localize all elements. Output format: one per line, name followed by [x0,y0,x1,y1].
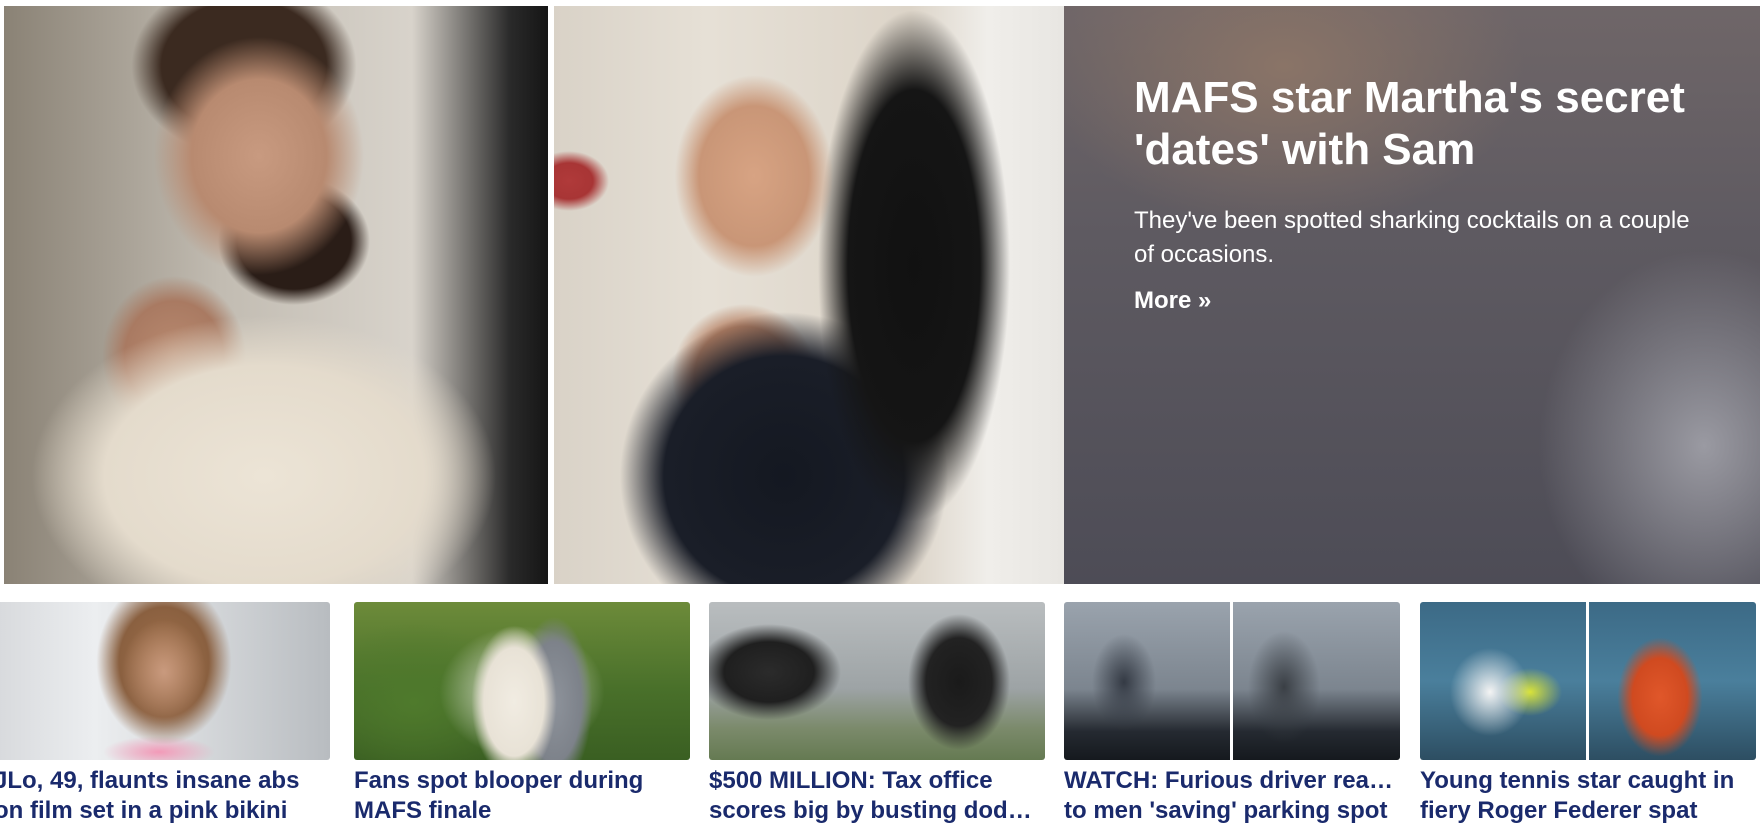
story-card-parking-spot[interactable]: WATCH: Furious driver reacts to men 'sav… [1064,602,1400,836]
story-headline[interactable]: WATCH: Furious driver reacts to men 'sav… [1064,766,1400,826]
story-card-tax-office[interactable]: $500 MILLION: Tax office scores big by b… [709,602,1045,836]
story-headline-line-1: Young tennis star caught in [1420,767,1735,794]
thumbnail-split-divider [1586,602,1589,760]
hero-photo-man[interactable] [4,6,548,584]
story-card-mafs-finale[interactable]: Fans spot blooper during MAFS finale [354,602,690,836]
story-headline-line-2: fiery Roger Federer spat [1420,797,1698,824]
hero-description: They've been spotted sharking cocktails … [1134,207,1690,268]
story-headline[interactable]: Fans spot blooper during MAFS finale [354,766,690,826]
story-card-jlo[interactable]: JLo, 49, flaunts insane abs on film set … [0,602,330,836]
story-headline[interactable]: $500 MILLION: Tax office scores big by b… [709,766,1045,826]
story-thumbnail[interactable] [354,602,690,760]
story-headline[interactable]: Young tennis star caught in fiery Roger … [1420,766,1756,826]
story-headline-line-1: JLo, 49, flaunts insane abs [0,767,300,794]
hero-photo-woman[interactable] [554,6,1064,584]
story-headline-line-1: $500 MILLION: Tax office [709,767,993,794]
story-card-tennis[interactable]: Young tennis star caught in fiery Roger … [1420,602,1756,836]
thumbnail-split-divider [1230,602,1233,760]
story-thumbnail[interactable] [709,602,1045,760]
story-headline-line-2: scores big by busting dodg… [709,797,1045,824]
hero-headline[interactable]: MAFS star Martha's secret 'dates' with S… [1134,72,1714,176]
story-thumbnail[interactable] [1420,602,1756,760]
story-thumbnail[interactable] [1064,602,1400,760]
story-thumbnail[interactable] [0,602,330,760]
story-headline-line-2: to men 'saving' parking spot [1064,797,1388,824]
story-headline-line-1: WATCH: Furious driver reacts [1064,767,1400,794]
story-headline-line-2: on film set in a pink bikini [0,797,288,824]
story-headline-line-1: Fans spot blooper during [354,767,644,794]
hero-more-link[interactable]: More » [1134,284,1211,318]
story-headline[interactable]: JLo, 49, flaunts insane abs on film set … [0,766,330,826]
story-headline-line-2: MAFS finale [354,797,492,824]
